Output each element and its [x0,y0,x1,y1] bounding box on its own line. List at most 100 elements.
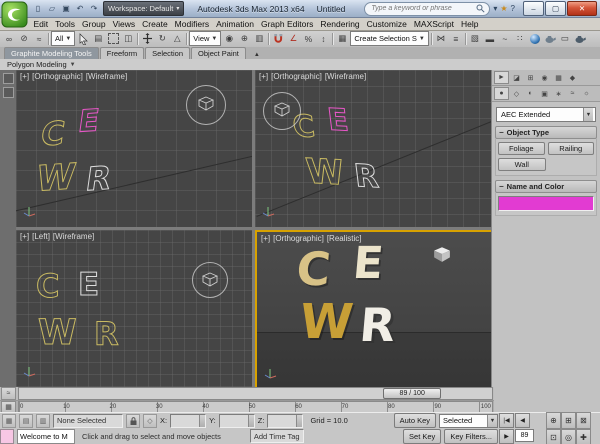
select-and-link-icon[interactable]: ∞ [2,31,16,46]
viewport-shading-menu[interactable]: [Realistic] [327,234,362,243]
viewport-general-menu[interactable]: [+] [261,234,270,243]
spinner[interactable] [247,414,254,427]
open-file-icon[interactable]: ▱ [46,3,58,15]
menu-rendering[interactable]: Rendering [317,19,363,29]
maximize-button[interactable]: ▢ [545,1,566,16]
systems-category-icon[interactable]: ☼ [580,88,593,99]
scene-letter[interactable]: R [83,158,114,199]
snaps-toggle-icon[interactable] [271,31,285,46]
scene-letter[interactable]: R [357,298,397,352]
status-bar-icon[interactable]: ▥ [36,413,50,428]
lights-category-icon[interactable]: ◐ [524,88,537,99]
open-mini-curve-editor-icon[interactable]: ≈ [1,387,16,400]
edit-named-selection-sets-icon[interactable]: ▦ [335,31,349,46]
wall-button[interactable]: Wall [498,158,546,171]
scene-letter-selected[interactable]: E [75,103,101,141]
zoom-icon[interactable]: ⊕ [546,412,561,429]
viewport-layout-tab-icon[interactable] [2,73,14,84]
object-color-swatch[interactable] [498,196,594,211]
current-frame-field[interactable]: 89 [515,429,534,442]
time-slider-track[interactable]: 89 / 100 [18,387,493,400]
layer-manager-icon[interactable]: ▧ [468,31,482,46]
key-filters-button[interactable]: Key Filters... [444,428,498,444]
menu-modifiers[interactable]: Modifiers [171,19,212,29]
maxscript-mini-listener[interactable]: Welcome to M [17,428,75,444]
select-and-rotate-icon[interactable]: ↻ [155,31,169,46]
geometry-category-dropdown[interactable]: AEC Extended ▼ [496,107,596,122]
display-tab-icon[interactable]: ▦ [552,72,565,83]
shapes-category-icon[interactable]: ◇ [510,88,523,99]
application-menu-button[interactable] [1,1,28,28]
spinner-snap-icon[interactable]: ↕ [316,31,330,46]
viewport-pov-menu[interactable]: [Orthographic] [32,72,83,81]
menu-graph-editors[interactable]: Graph Editors [257,19,316,29]
save-file-icon[interactable]: ▣ [60,3,72,15]
scene-letter[interactable]: R [352,157,381,196]
auto-key-button[interactable]: Auto Key [393,413,436,428]
pan-icon[interactable]: ✚ [576,429,591,444]
scene-letter[interactable]: R [94,318,120,351]
select-and-manipulate-icon[interactable]: ⊕ [237,31,251,46]
zoom-extents-icon[interactable]: ⊠ [576,412,591,429]
viewport-general-menu[interactable]: [+] [259,72,268,81]
tab-graphite-modeling-tools[interactable]: Graphite Modeling Tools [4,47,99,59]
window-crossing-icon[interactable]: ◫ [121,31,135,46]
viewport-general-menu[interactable]: [+] [20,72,29,81]
rectangular-selection-region-icon[interactable] [106,31,120,46]
viewport-pov-menu[interactable]: [Orthographic] [273,234,324,243]
keyboard-override-icon[interactable]: ▥ [252,31,266,46]
object-type-rollout-header[interactable]: − Object Type [495,126,597,139]
reference-coordinate-dropdown[interactable]: View ▼ [189,31,222,46]
x-coord-field[interactable] [170,413,207,428]
selection-filter-dropdown[interactable]: All ▼ [51,31,76,46]
mirror-icon[interactable]: ⋈ [434,31,448,46]
menu-help[interactable]: Help [457,19,481,29]
menu-animation[interactable]: Animation [213,19,258,29]
help-icon[interactable]: ? [511,4,515,13]
z-coord-field[interactable] [267,413,304,428]
ribbon-minimize-icon[interactable]: ▲ [251,51,263,59]
create-tab-icon[interactable]: ► [494,71,509,84]
named-selection-sets-dropdown[interactable]: Create Selection S ▼ [350,31,429,46]
macro-recorder-field[interactable] [0,428,14,444]
spinner[interactable] [296,414,303,427]
absolute-offset-mode-icon[interactable]: ◇ [143,413,157,428]
space-warps-category-icon[interactable]: ≈ [566,88,579,99]
search-input[interactable] [369,4,475,13]
name-color-rollout-header[interactable]: − Name and Color [495,180,597,193]
viewport-bottom-right-active[interactable]: [+] [Orthographic] [Realistic] C E W R [255,230,496,391]
unlink-selection-icon[interactable]: ⊘ [17,31,31,46]
tab-selection[interactable]: Selection [145,47,191,59]
tab-freeform[interactable]: Freeform [99,47,145,59]
material-editor-icon[interactable] [528,31,542,46]
motion-tab-icon[interactable]: ◉ [538,72,551,83]
scene-letter[interactable]: C [35,270,60,303]
close-button[interactable]: ✕ [567,1,597,16]
polygon-modeling-panel[interactable]: Polygon Modeling [7,60,67,69]
set-key-button[interactable]: Set Key [403,428,442,444]
viewport-pov-menu[interactable]: [Orthographic] [271,72,322,81]
box-object[interactable] [201,272,219,292]
geometry-category-icon[interactable]: ● [494,87,509,100]
hierarchy-tab-icon[interactable]: ⊞ [524,72,537,83]
status-bar-icon[interactable]: ▤ [19,413,33,428]
angle-snap-icon[interactable]: ∠ [286,31,300,46]
select-and-move-icon[interactable] [140,31,154,46]
menu-edit[interactable]: Edit [30,19,52,29]
foliage-button[interactable]: Foliage [498,142,545,155]
tab-object-paint[interactable]: Object Paint [191,47,246,59]
scene-letter[interactable]: W [303,151,346,194]
play-button[interactable]: ▶ [499,429,514,444]
menu-create[interactable]: Create [139,19,172,29]
rendered-frame-window-icon[interactable]: ▭ [558,31,572,46]
cameras-category-icon[interactable]: ▣ [538,88,551,99]
use-pivot-center-icon[interactable]: ◉ [222,31,236,46]
scene-letter[interactable]: E [351,238,386,289]
viewport-top-left[interactable]: [+] [Orthographic] [Wireframe] C E W R [16,70,252,227]
add-time-tag-field[interactable]: Add Time Tag [249,429,304,443]
go-to-start-button[interactable]: |◀ [499,413,514,428]
box-object[interactable] [433,246,451,268]
scene-letter[interactable]: C [38,113,68,154]
align-icon[interactable]: ≡ [449,31,463,46]
scene-letter[interactable]: W [33,156,78,200]
